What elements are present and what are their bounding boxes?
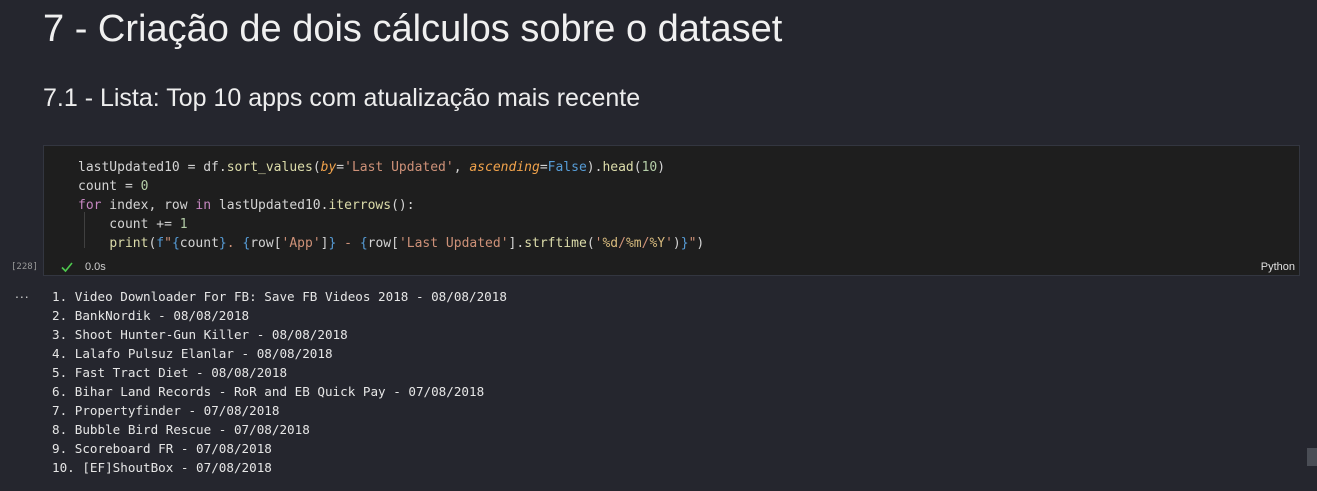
markdown-heading-1: 7 - Criação de dois cálculos sobre o dat…: [43, 8, 783, 50]
notebook-page: 7 - Criação de dois cálculos sobre o dat…: [0, 0, 1317, 491]
output-line: 6. Bihar Land Records - RoR and EB Quick…: [52, 384, 485, 399]
code-line-4: count += 1: [78, 217, 188, 232]
output-line: 3. Shoot Hunter-Gun Killer - 08/08/2018: [52, 327, 348, 342]
execution-count: [228]: [11, 262, 39, 272]
output-line: 5. Fast Tract Diet - 08/08/2018: [52, 365, 288, 380]
output-line: 2. BankNordik - 08/08/2018: [52, 308, 250, 323]
code-content[interactable]: lastUpdated10 = df.sort_values(by='Last …: [78, 158, 704, 253]
code-line-5: print(f"{count}. {row['App']} - {row['La…: [109, 236, 705, 251]
cell-output: 1. Video Downloader For FB: Save FB Vide…: [52, 287, 507, 477]
output-line: 8. Bubble Bird Rescue - 07/08/2018: [52, 422, 310, 437]
code-line-1: lastUpdated10 = df.sort_values(by='Last …: [78, 160, 666, 175]
cell-language-label[interactable]: Python: [1261, 261, 1295, 273]
code-cell-editor[interactable]: lastUpdated10 = df.sort_values(by='Last …: [43, 145, 1300, 276]
output-line: 10. [EF]ShoutBox - 07/08/2018: [52, 460, 272, 475]
output-line: 7. Propertyfinder - 07/08/2018: [52, 403, 280, 418]
more-actions-icon[interactable]: ...: [15, 285, 30, 301]
output-line: 4. Lalafo Pulsuz Elanlar - 08/08/2018: [52, 346, 333, 361]
check-icon: [61, 262, 73, 273]
code-line-3: for index, row in lastUpdated10.iterrows…: [78, 198, 415, 213]
execution-time: 0.0s: [85, 261, 106, 273]
scrollbar-thumb[interactable]: [1307, 448, 1317, 466]
code-line-2: count = 0: [78, 179, 149, 194]
markdown-heading-2: 7.1 - Lista: Top 10 apps com atualização…: [43, 84, 641, 112]
output-line: 9. Scoreboard FR - 07/08/2018: [52, 441, 272, 456]
output-line: 1. Video Downloader For FB: Save FB Vide…: [52, 289, 507, 304]
